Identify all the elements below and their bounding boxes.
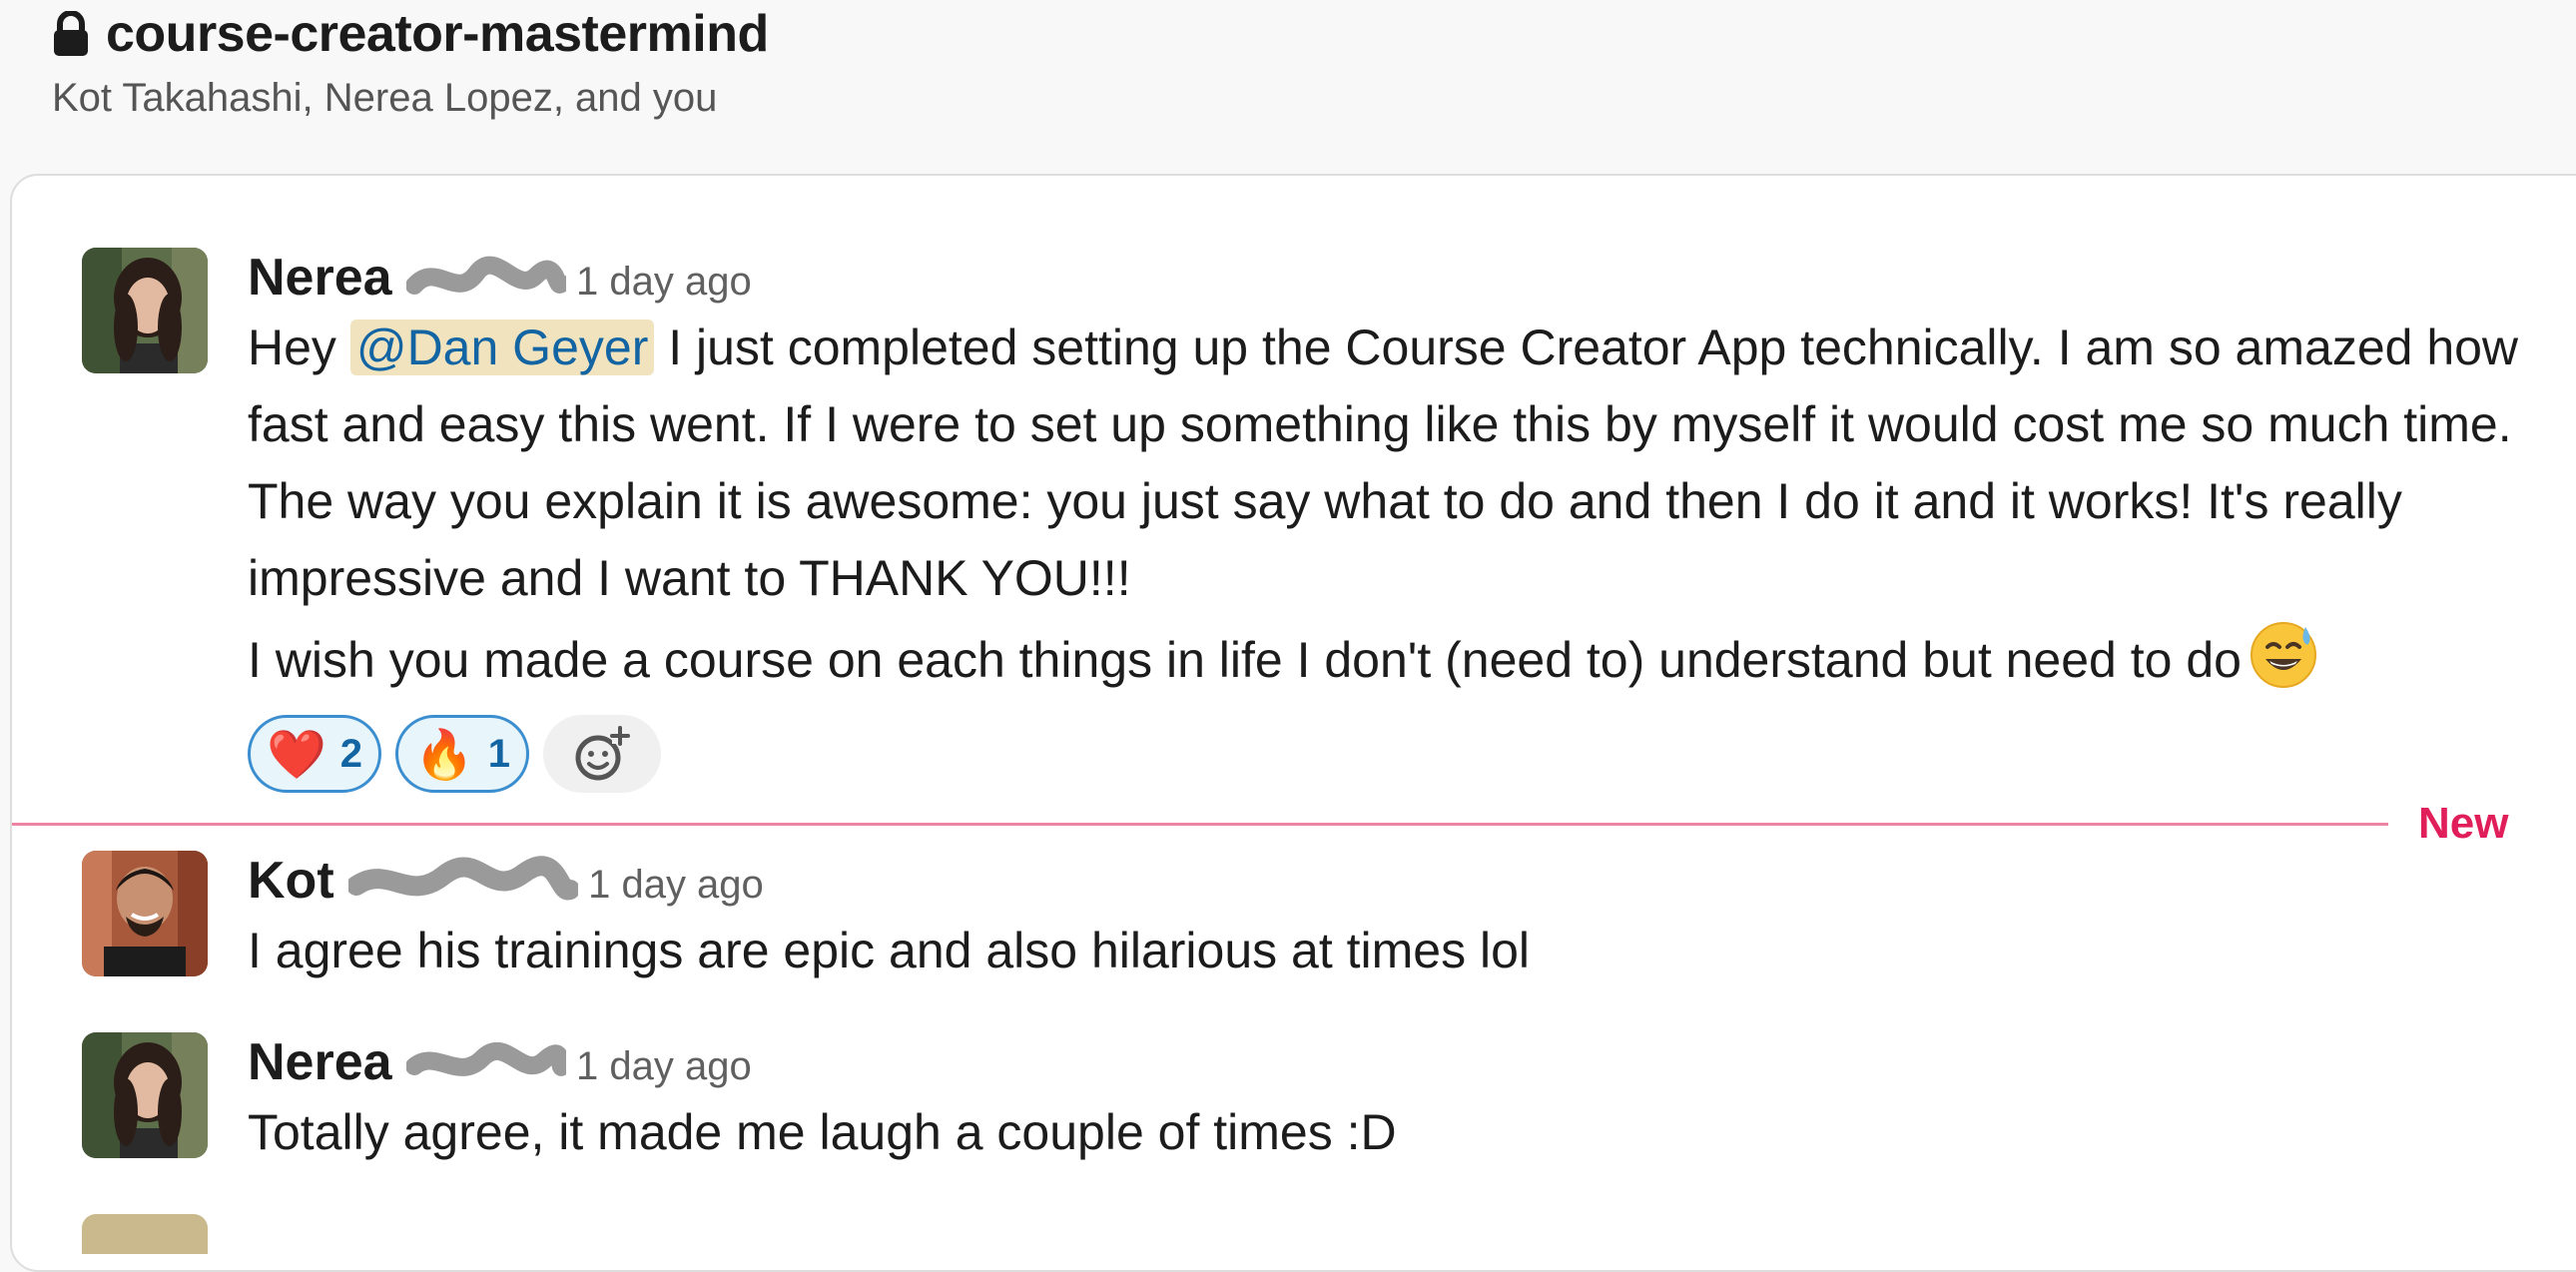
message-timestamp[interactable]: 1 day ago xyxy=(576,260,752,305)
channel-members[interactable]: Kot Takahashi, Nerea Lopez, and you xyxy=(52,76,717,121)
user-mention[interactable]: @Dan Geyer xyxy=(349,319,655,375)
message-header: Kot 1 day ago xyxy=(248,851,2544,913)
reaction-count: 1 xyxy=(487,731,511,776)
message-item[interactable]: Nerea 1 day ago Hey @Dan Geyer I just co… xyxy=(82,248,2558,807)
message-list: Nerea 1 day ago Hey @Dan Geyer I just co… xyxy=(10,174,2576,1272)
channel-title[interactable]: course-creator-mastermind xyxy=(52,4,769,64)
new-messages-label: New xyxy=(2418,799,2509,848)
heart-icon: ❤️ xyxy=(267,728,326,782)
message-item[interactable]: Kot 1 day ago I agree his trainings are … xyxy=(82,851,2558,1000)
author-name[interactable]: Nerea xyxy=(248,248,567,308)
channel-header: course-creator-mastermind Kot Takahashi,… xyxy=(0,0,2576,170)
reaction-heart[interactable]: ❤️ 2 xyxy=(248,715,382,793)
redaction-scribble xyxy=(406,257,567,296)
message-body: Nerea 1 day ago Totally agree, it made m… xyxy=(248,1032,2544,1171)
reaction-count: 2 xyxy=(339,731,363,776)
avatar[interactable] xyxy=(82,851,208,976)
avatar[interactable] xyxy=(82,248,208,373)
add-emoji-icon xyxy=(575,726,631,781)
message-text: Hey @Dan Geyer I just completed setting … xyxy=(248,319,2532,606)
message-item[interactable]: Nerea 1 day ago Totally agree, it made m… xyxy=(82,1032,2558,1182)
reaction-fire[interactable]: 🔥 1 xyxy=(395,715,530,793)
message-text-line: I wish you made a course on each things … xyxy=(248,617,2544,699)
author-name[interactable]: Kot xyxy=(248,851,579,912)
channel-name: course-creator-mastermind xyxy=(106,5,769,63)
message-timestamp[interactable]: 1 day ago xyxy=(588,863,764,908)
message-text: I agree his trainings are epic and also … xyxy=(248,923,1531,978)
author-name[interactable]: Nerea xyxy=(248,1032,567,1092)
message-body: Kot 1 day ago I agree his trainings are … xyxy=(248,851,2544,989)
message-header: Nerea 1 day ago xyxy=(248,248,2544,310)
redaction-scribble xyxy=(348,856,579,901)
message-body: Nerea 1 day ago Hey @Dan Geyer I just co… xyxy=(248,248,2544,793)
avatar[interactable] xyxy=(82,1032,208,1158)
lock-icon xyxy=(54,11,88,56)
avatar[interactable] xyxy=(82,1214,208,1254)
sweat-smile-icon xyxy=(2250,622,2316,688)
redaction-scribble xyxy=(406,1042,567,1077)
add-reaction-button[interactable] xyxy=(543,715,662,793)
new-messages-divider xyxy=(12,823,2388,826)
reactions-bar: ❤️ 2 🔥 1 xyxy=(248,715,2544,793)
message-text: Totally agree, it made me laugh a couple… xyxy=(248,1104,1397,1160)
message-timestamp[interactable]: 1 day ago xyxy=(576,1044,752,1089)
message-header: Nerea 1 day ago xyxy=(248,1032,2544,1094)
fire-icon: 🔥 xyxy=(414,728,474,782)
